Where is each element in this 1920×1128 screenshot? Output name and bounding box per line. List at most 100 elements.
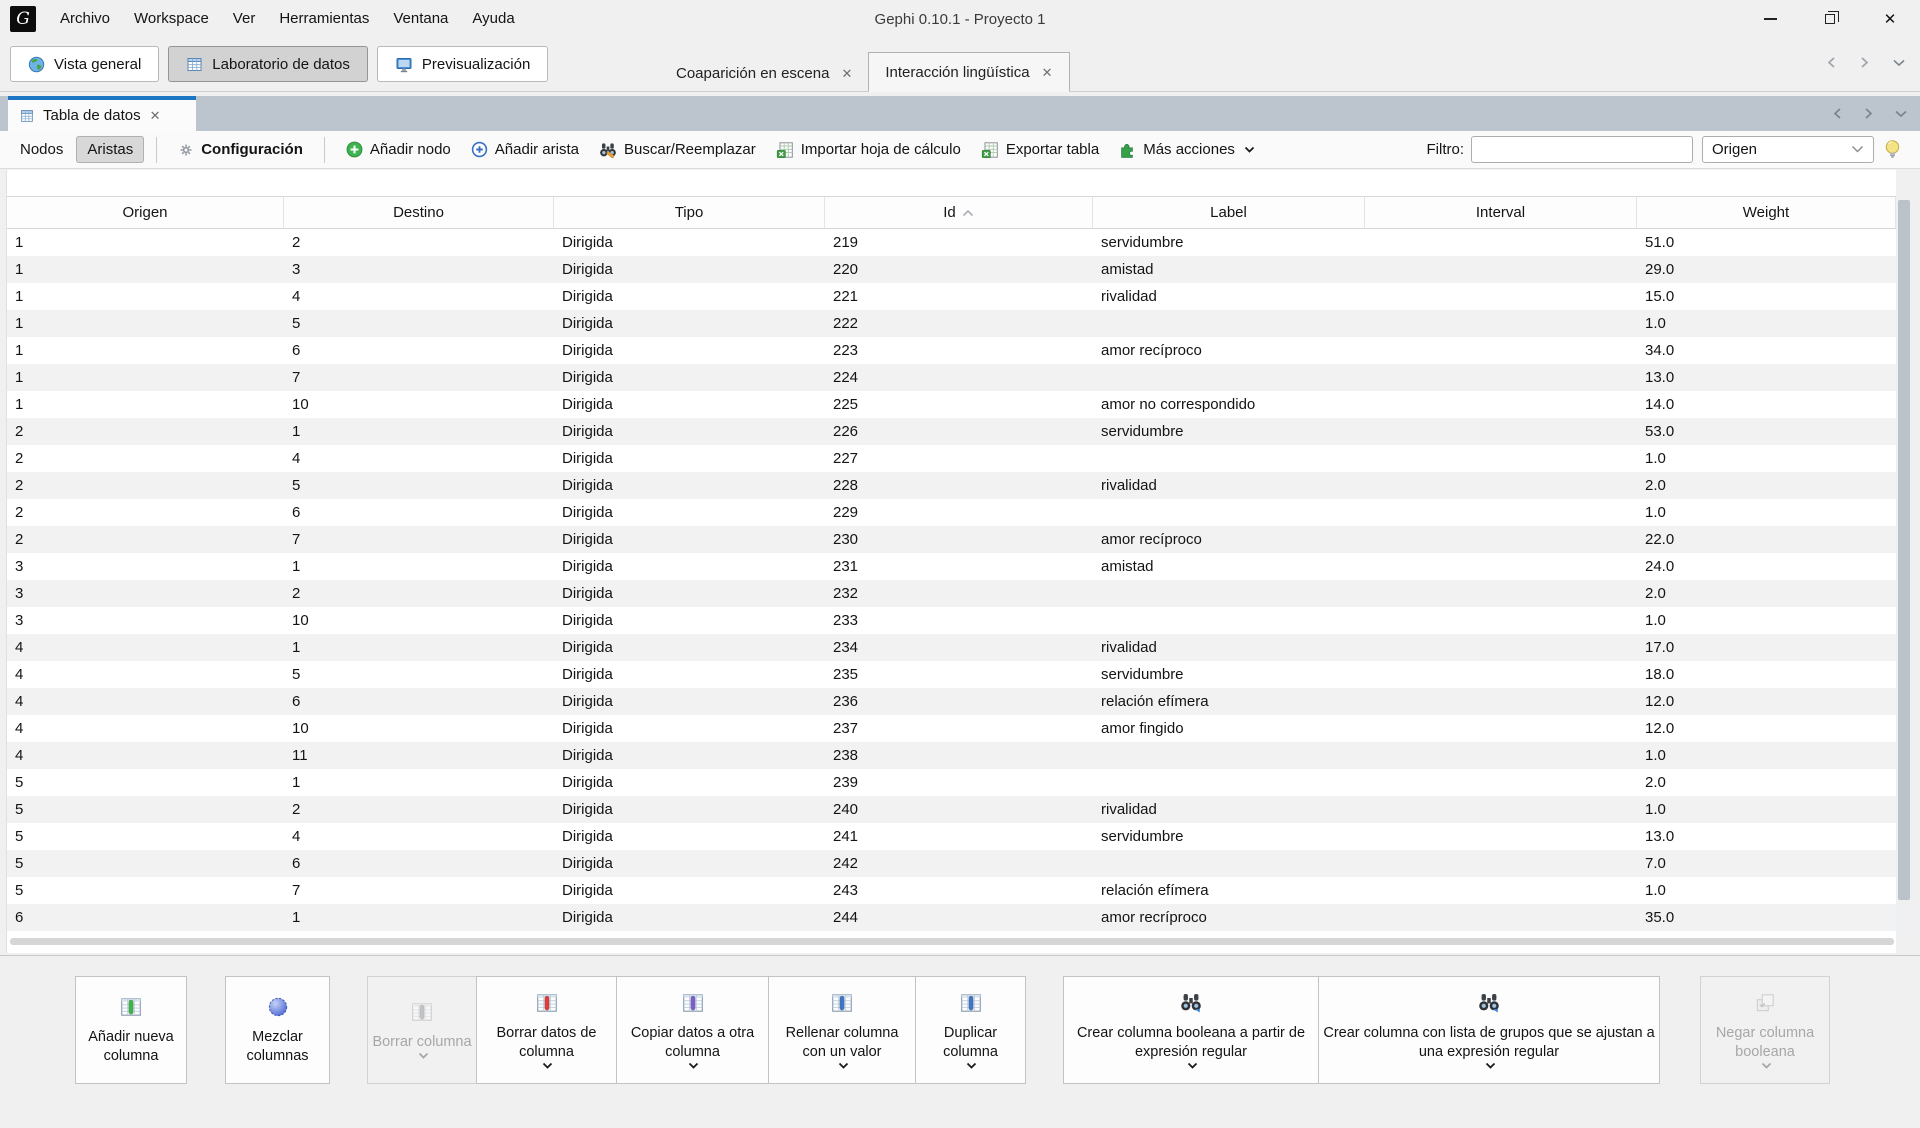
table-cell[interactable]: 17.0 <box>1637 634 1896 661</box>
copiar-datos-a-otra-columna-button[interactable]: Copiar datos a otra columna <box>616 976 769 1084</box>
configuracion-button[interactable]: Configuración <box>178 141 303 158</box>
table-row[interactable]: 32Dirigida2322.0 <box>7 580 1896 607</box>
table-cell[interactable] <box>1093 580 1365 607</box>
tab-previsualizacion[interactable]: Previsualización <box>377 46 548 82</box>
table-cell[interactable]: 7 <box>284 526 554 553</box>
table-cell[interactable]: 13.0 <box>1637 823 1896 850</box>
table-cell[interactable] <box>1093 742 1365 769</box>
column-header-weight[interactable]: Weight <box>1637 197 1896 228</box>
table-cell[interactable]: Dirigida <box>554 364 825 391</box>
table-row[interactable]: 12Dirigida219servidumbre51.0 <box>7 229 1896 256</box>
table-row[interactable]: 26Dirigida2291.0 <box>7 499 1896 526</box>
table-cell[interactable]: Dirigida <box>554 688 825 715</box>
vertical-scrollbar[interactable] <box>1896 197 1911 937</box>
table-row[interactable]: 17Dirigida22413.0 <box>7 364 1896 391</box>
column-header-origen[interactable]: Origen <box>7 197 284 228</box>
table-cell[interactable]: 4 <box>284 823 554 850</box>
table-cell[interactable] <box>1365 256 1637 283</box>
table-row[interactable]: 45Dirigida235servidumbre18.0 <box>7 661 1896 688</box>
table-cell[interactable]: 221 <box>825 283 1093 310</box>
table-cell[interactable]: 2 <box>7 418 284 445</box>
minimize-button[interactable] <box>1740 0 1800 38</box>
table-cell[interactable] <box>1093 769 1365 796</box>
table-cell[interactable]: 228 <box>825 472 1093 499</box>
table-cell[interactable]: 1 <box>7 391 284 418</box>
table-cell[interactable]: 1.0 <box>1637 607 1896 634</box>
table-cell[interactable]: Dirigida <box>554 904 825 931</box>
table-cell[interactable]: Dirigida <box>554 418 825 445</box>
table-cell[interactable] <box>1365 445 1637 472</box>
table-cell[interactable]: 244 <box>825 904 1093 931</box>
table-cell[interactable]: amistad <box>1093 256 1365 283</box>
table-cell[interactable]: servidumbre <box>1093 661 1365 688</box>
importar-hoja-button[interactable]: Importar hoja de cálculo <box>776 141 961 159</box>
table-cell[interactable]: 219 <box>825 229 1093 256</box>
table-cell[interactable]: 4 <box>7 661 284 688</box>
table-cell[interactable]: 34.0 <box>1637 337 1896 364</box>
table-cell[interactable]: 225 <box>825 391 1093 418</box>
table-row[interactable]: 14Dirigida221rivalidad15.0 <box>7 283 1896 310</box>
table-cell[interactable] <box>1365 904 1637 931</box>
table-cell[interactable]: 1 <box>284 553 554 580</box>
table-cell[interactable]: 235 <box>825 661 1093 688</box>
table-cell[interactable]: Dirigida <box>554 283 825 310</box>
table-cell[interactable]: Dirigida <box>554 580 825 607</box>
menu-archivo[interactable]: Archivo <box>48 0 122 38</box>
table-cell[interactable]: 1 <box>284 418 554 445</box>
table-cell[interactable] <box>1365 229 1637 256</box>
table-cell[interactable]: 1.0 <box>1637 796 1896 823</box>
workspace-tab-coaparicion-en-escena[interactable]: Coaparición en escena ✕ <box>660 54 868 92</box>
scroll-left-icon[interactable] <box>1826 56 1837 69</box>
table-cell[interactable]: rivalidad <box>1093 796 1365 823</box>
table-cell[interactable]: 18.0 <box>1637 661 1896 688</box>
table-cell[interactable]: 1 <box>7 310 284 337</box>
table-cell[interactable]: 238 <box>825 742 1093 769</box>
tab-list-icon[interactable] <box>1894 109 1908 119</box>
table-cell[interactable]: 35.0 <box>1637 904 1896 931</box>
horizontal-scrollbar[interactable] <box>10 938 1894 945</box>
table-cell[interactable]: 1 <box>7 256 284 283</box>
filtro-input[interactable] <box>1471 136 1693 163</box>
table-cell[interactable] <box>1365 607 1637 634</box>
table-cell[interactable]: rivalidad <box>1093 283 1365 310</box>
table-cell[interactable] <box>1365 310 1637 337</box>
table-cell[interactable]: amor no correspondido <box>1093 391 1365 418</box>
table-cell[interactable]: 242 <box>825 850 1093 877</box>
table-cell[interactable]: relación efímera <box>1093 688 1365 715</box>
table-cell[interactable]: 1 <box>284 634 554 661</box>
scrollbar-thumb[interactable] <box>1898 200 1910 900</box>
table-cell[interactable]: 5 <box>7 796 284 823</box>
tab-laboratorio-de-datos[interactable]: Laboratorio de datos <box>168 46 368 82</box>
table-cell[interactable]: 11 <box>284 742 554 769</box>
table-cell[interactable]: 231 <box>825 553 1093 580</box>
table-cell[interactable]: 7 <box>284 364 554 391</box>
crear-columna-con-lista-de-grupos-que-se-ajustan-a-una-expresion-regular-button[interactable]: Crear columna con lista de grupos que se… <box>1318 976 1660 1084</box>
table-cell[interactable]: Dirigida <box>554 337 825 364</box>
scroll-left-icon[interactable] <box>1832 107 1843 120</box>
menu-ayuda[interactable]: Ayuda <box>460 0 526 38</box>
table-row[interactable]: 57Dirigida243relación efímera1.0 <box>7 877 1896 904</box>
table-cell[interactable]: 6 <box>284 337 554 364</box>
table-cell[interactable]: 24.0 <box>1637 553 1896 580</box>
table-cell[interactable] <box>1365 634 1637 661</box>
table-cell[interactable] <box>1365 850 1637 877</box>
table-cell[interactable]: 237 <box>825 715 1093 742</box>
table-cell[interactable] <box>1365 823 1637 850</box>
menu-workspace[interactable]: Workspace <box>122 0 221 38</box>
table-row[interactable]: 16Dirigida223amor recíproco34.0 <box>7 337 1896 364</box>
table-cell[interactable]: 13.0 <box>1637 364 1896 391</box>
table-cell[interactable]: 2 <box>7 499 284 526</box>
table-cell[interactable]: 15.0 <box>1637 283 1896 310</box>
table-cell[interactable]: 2 <box>284 796 554 823</box>
table-cell[interactable] <box>1365 715 1637 742</box>
table-cell[interactable]: 1 <box>7 283 284 310</box>
table-row[interactable]: 411Dirigida2381.0 <box>7 742 1896 769</box>
table-row[interactable]: 21Dirigida226servidumbre53.0 <box>7 418 1896 445</box>
filter-column-select[interactable]: Origen <box>1702 136 1874 163</box>
table-cell[interactable] <box>1365 769 1637 796</box>
table-row[interactable]: 61Dirigida244amor recríproco35.0 <box>7 904 1896 931</box>
table-row[interactable]: 52Dirigida240rivalidad1.0 <box>7 796 1896 823</box>
table-cell[interactable] <box>1365 688 1637 715</box>
close-icon[interactable]: ✕ <box>150 109 161 122</box>
table-cell[interactable] <box>1365 553 1637 580</box>
